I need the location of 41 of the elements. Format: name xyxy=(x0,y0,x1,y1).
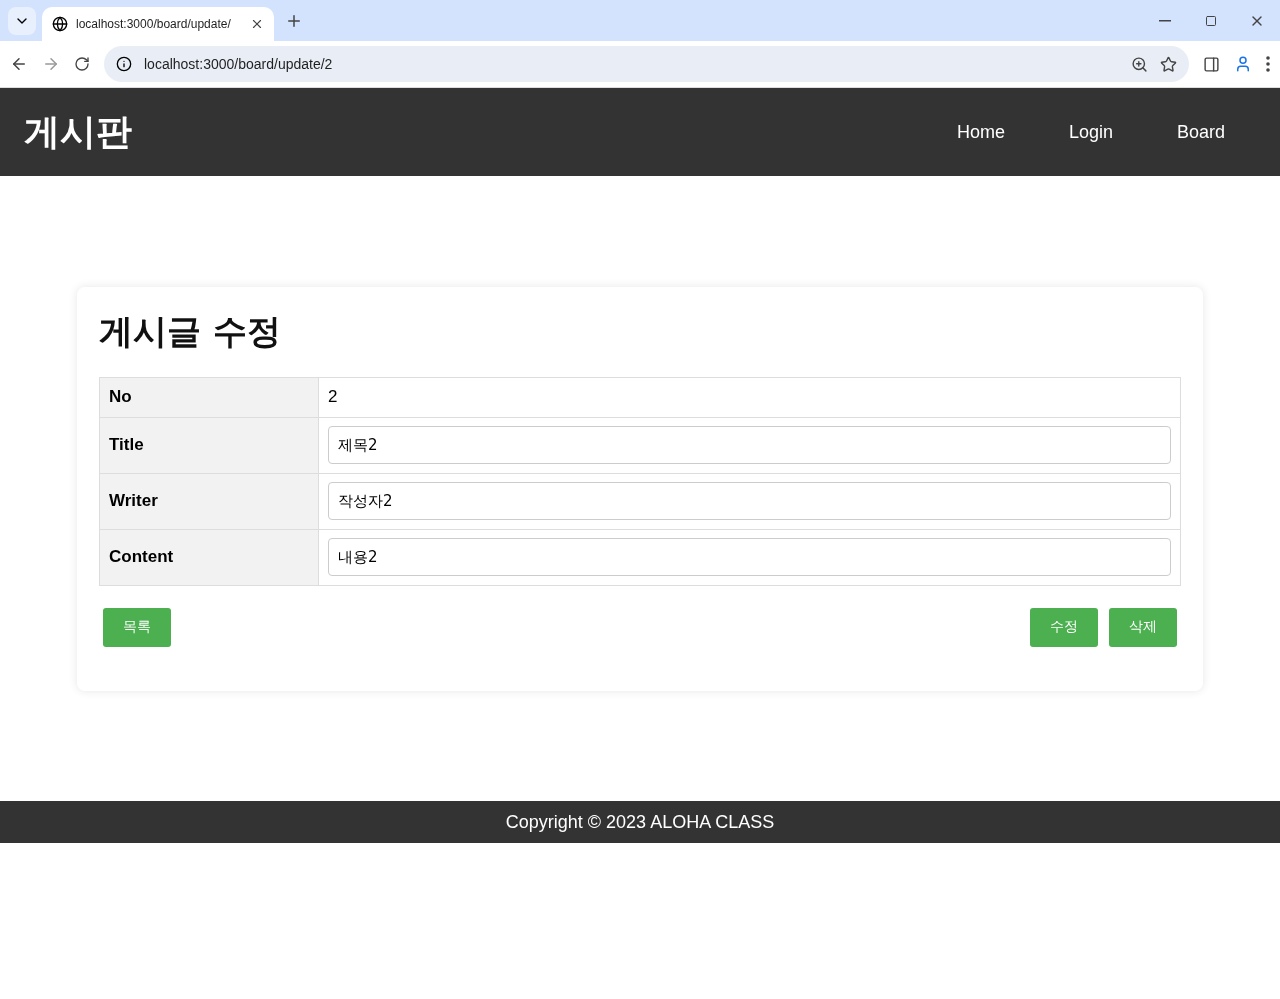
forward-arrow-icon xyxy=(42,55,60,73)
menu-icon xyxy=(1266,56,1270,72)
field-label: Writer xyxy=(99,473,319,529)
globe-icon xyxy=(52,16,68,32)
bookmark-star-button[interactable] xyxy=(1160,55,1177,73)
zoom-icon xyxy=(1131,55,1148,73)
text-input[interactable]: 내용2 xyxy=(328,538,1171,576)
nav-link[interactable]: Board xyxy=(1146,121,1256,143)
browser-tab[interactable]: localhost:3000/board/update/ xyxy=(42,7,274,41)
minimize-icon xyxy=(1159,19,1171,22)
reload-button[interactable] xyxy=(74,56,90,72)
field-label: Content xyxy=(99,529,319,585)
side-panel-button[interactable] xyxy=(1203,55,1220,73)
zoom-button[interactable] xyxy=(1131,55,1148,73)
url-text: localhost:3000/board/update/2 xyxy=(144,56,334,72)
close-tab-button[interactable] xyxy=(250,17,264,31)
tab-list-button[interactable] xyxy=(8,7,36,35)
info-icon xyxy=(116,56,132,72)
copyright-text: Copyright © 2023 ALOHA CLASS xyxy=(505,811,775,833)
address-bar[interactable]: localhost:3000/board/update/2 xyxy=(104,46,1189,82)
text-input[interactable]: 작성자2 xyxy=(328,482,1171,520)
site-logo: 게시판 xyxy=(24,109,132,154)
tab-title: localhost:3000/board/update/ xyxy=(76,17,232,31)
page-title: 게시글 수정 xyxy=(99,309,282,353)
profile-button[interactable] xyxy=(1234,55,1252,73)
forward-button[interactable] xyxy=(42,55,60,73)
profile-icon xyxy=(1234,55,1252,73)
star-icon xyxy=(1160,55,1177,73)
back-button[interactable] xyxy=(10,55,28,73)
reload-icon xyxy=(74,56,90,72)
side-panel-icon xyxy=(1203,55,1220,73)
nav-link[interactable]: Home xyxy=(926,121,1036,143)
text-input[interactable]: 제목2 xyxy=(328,426,1171,464)
maximize-icon xyxy=(1205,14,1217,27)
plus-icon xyxy=(285,12,303,30)
field-value: 2 xyxy=(318,377,1181,417)
field-label: Title xyxy=(99,417,319,473)
nav-link[interactable]: Login xyxy=(1036,121,1146,143)
close-icon xyxy=(250,17,264,31)
field-label: No xyxy=(99,377,319,417)
menu-button[interactable] xyxy=(1266,56,1270,72)
